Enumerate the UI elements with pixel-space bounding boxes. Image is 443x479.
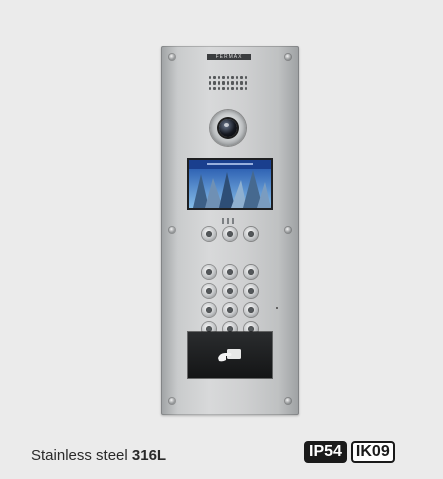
product-card: FERMAX Stainless steel 316L IP54 IK09: [6, 6, 437, 473]
keypad-spacer: [202, 246, 216, 260]
keypad-button[interactable]: [244, 284, 258, 298]
speaker-grille: [209, 76, 247, 90]
keypad-button[interactable]: [223, 303, 237, 317]
ik-rating-badge: IK09: [350, 441, 395, 463]
keypad-button[interactable]: [202, 284, 216, 298]
keypad-button[interactable]: [244, 265, 258, 279]
screw-icon: [285, 54, 291, 60]
keypad-spacer: [223, 246, 237, 260]
screw-icon: [285, 398, 291, 404]
screw-icon: [285, 227, 291, 233]
screw-icon: [169, 398, 175, 404]
keypad-button[interactable]: [202, 227, 216, 241]
ip-rating-badge: IP54: [304, 441, 347, 463]
keypad-spacer: [244, 246, 258, 260]
display-screen: [187, 158, 273, 210]
keypad-button[interactable]: [223, 265, 237, 279]
protection-badges: IP54 IK09: [304, 441, 395, 463]
status-leds: [222, 218, 234, 224]
keypad-button[interactable]: [223, 227, 237, 241]
screen-image: [189, 160, 271, 208]
material-text: Stainless steel: [31, 447, 132, 464]
keypad-button[interactable]: [223, 284, 237, 298]
screw-icon: [169, 54, 175, 60]
material-caption: Stainless steel 316L: [31, 447, 166, 464]
material-grade: 316L: [131, 447, 167, 464]
proximity-reader[interactable]: [188, 332, 272, 378]
card-reader-icon: [218, 349, 241, 362]
brand-plate: FERMAX: [207, 54, 251, 60]
camera-lens: [219, 119, 237, 137]
keypad-button[interactable]: [244, 303, 258, 317]
keypad: [202, 227, 258, 336]
door-entry-panel: FERMAX: [161, 46, 299, 415]
microphone-hole: [276, 307, 278, 309]
keypad-button[interactable]: [202, 303, 216, 317]
keypad-button[interactable]: [244, 227, 258, 241]
camera-icon: [210, 110, 246, 146]
screw-icon: [169, 227, 175, 233]
keypad-button[interactable]: [202, 265, 216, 279]
